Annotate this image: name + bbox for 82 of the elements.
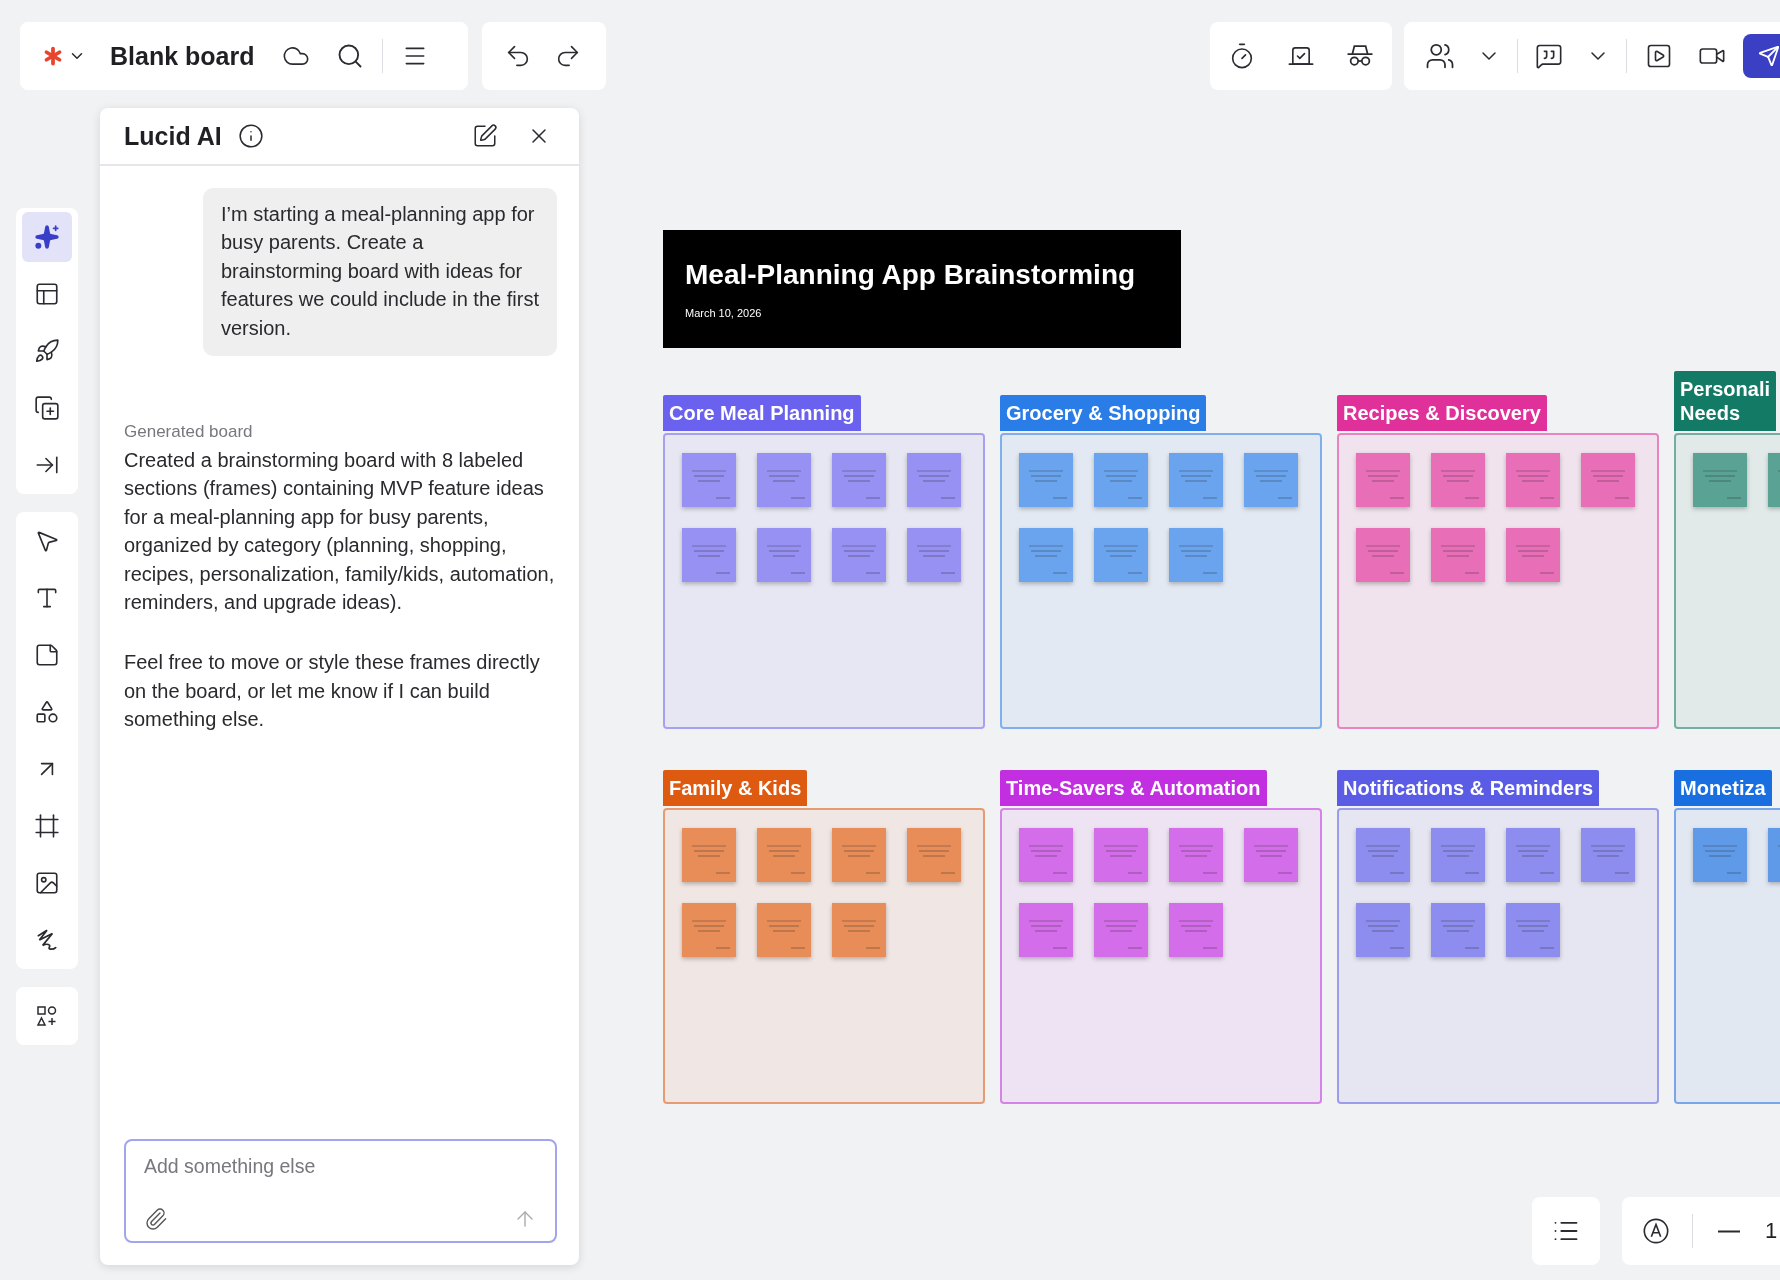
sticky-note — [1506, 528, 1560, 582]
sticky-note — [1506, 828, 1560, 882]
sticky-note — [757, 528, 811, 582]
info-icon — [237, 123, 264, 149]
sticky-note — [757, 828, 811, 882]
sticky-note — [907, 453, 961, 507]
sticky-note — [1431, 828, 1485, 882]
section-label: Generated board — [124, 422, 254, 443]
sticky-note — [1094, 453, 1148, 507]
sticky-note — [1693, 453, 1747, 507]
sticky-note — [757, 903, 811, 957]
people-icon — [1424, 41, 1455, 71]
response-paragraph: Feel free to move or style these frames directly on the board, or let me know if I can build something else. — [124, 650, 541, 733]
shapes-plus-icon — [35, 1004, 59, 1028]
sticky-note — [832, 453, 886, 507]
shapes-icon — [34, 699, 60, 725]
zoom-level[interactable]: 1 — [1765, 1218, 1778, 1244]
sticky-note — [1169, 528, 1223, 582]
response-paragraph: Created a brainstorming board with 8 labeled sections (frames) containing MVP feature ideas for a meal-planning app for busy parents, organized by category (planning, shopping, recipes, personalization, family/kids, automation, reminders, and upgrade ideas). — [124, 448, 556, 616]
frame-label: Time-Savers & Automation — [1000, 770, 1267, 806]
sticky-note — [907, 828, 961, 882]
frame-label: Monetiza — [1674, 770, 1772, 806]
quote-bubble-icon — [1535, 42, 1564, 70]
sticky-note — [1356, 528, 1410, 582]
board-date: March 10, 2026 — [685, 307, 763, 319]
sticky-note — [1506, 453, 1560, 507]
sticky-note — [682, 903, 736, 957]
sticky-note — [1356, 828, 1410, 882]
sticky-note — [1581, 453, 1635, 507]
sticky-note — [832, 828, 886, 882]
share-button[interactable] — [1743, 34, 1780, 78]
sticky-note — [1356, 453, 1410, 507]
sticky-note — [1019, 528, 1073, 582]
sticky-note — [1244, 828, 1298, 882]
sticky-note — [1431, 528, 1485, 582]
paper-plane-icon — [1758, 45, 1780, 67]
add-page-icon — [34, 395, 60, 421]
sticky-note — [1169, 828, 1223, 882]
tool-button[interactable] — [22, 212, 72, 262]
sticky-note — [1169, 903, 1223, 957]
sticky-note — [1094, 903, 1148, 957]
sticky-note — [1019, 453, 1073, 507]
frame-label: Core Meal Planning — [663, 395, 861, 431]
frame-icon — [34, 813, 60, 839]
rocket-icon — [34, 338, 60, 364]
edit-icon — [472, 123, 498, 149]
attach-icon[interactable] — [144, 1207, 168, 1231]
sticky-note — [1019, 828, 1073, 882]
sticky-note — [1431, 903, 1485, 957]
squiggle-icon — [34, 927, 60, 953]
sticky-note — [1169, 453, 1223, 507]
sparkle-icon — [34, 224, 60, 250]
sticky-note — [682, 528, 736, 582]
frame-label: Recipes & Discovery — [1337, 395, 1547, 431]
frame-label: Family & Kids — [663, 770, 808, 806]
sticky-note — [832, 528, 886, 582]
sticky-note — [1581, 828, 1635, 882]
sticky-note — [1356, 903, 1410, 957]
sticky-note — [682, 453, 736, 507]
sticky-note — [1094, 828, 1148, 882]
board-title[interactable]: Blank board — [110, 41, 255, 71]
frame-label: Notifications & Reminders — [1337, 770, 1600, 806]
sticky-note — [1244, 453, 1298, 507]
minus-icon — [1718, 1229, 1740, 1233]
sticky-note — [757, 453, 811, 507]
image-icon — [34, 870, 60, 896]
layout-icon — [34, 281, 60, 307]
panel-title: Lucid AI — [124, 121, 222, 151]
sticky-note — [832, 903, 886, 957]
sticky-note — [1693, 828, 1747, 882]
sticky-note — [1094, 528, 1148, 582]
board-heading: Meal-Planning App Brainstorming — [685, 259, 1137, 291]
frame-label: Personali Needs — [1674, 371, 1777, 431]
frame-label: Grocery & Shopping — [1000, 395, 1207, 431]
sticky-note — [1019, 903, 1073, 957]
sticky-note — [1431, 453, 1485, 507]
sticky-note — [1506, 903, 1560, 957]
accessibility-icon — [1642, 1217, 1670, 1245]
sticky-note — [907, 528, 961, 582]
sticky-note — [682, 828, 736, 882]
sticky-note-icon — [34, 642, 60, 668]
user-message: I’m starting a meal-planning app for busy parents. Create a brainstorming board with ideas for features we could include in the first version. — [203, 188, 557, 357]
